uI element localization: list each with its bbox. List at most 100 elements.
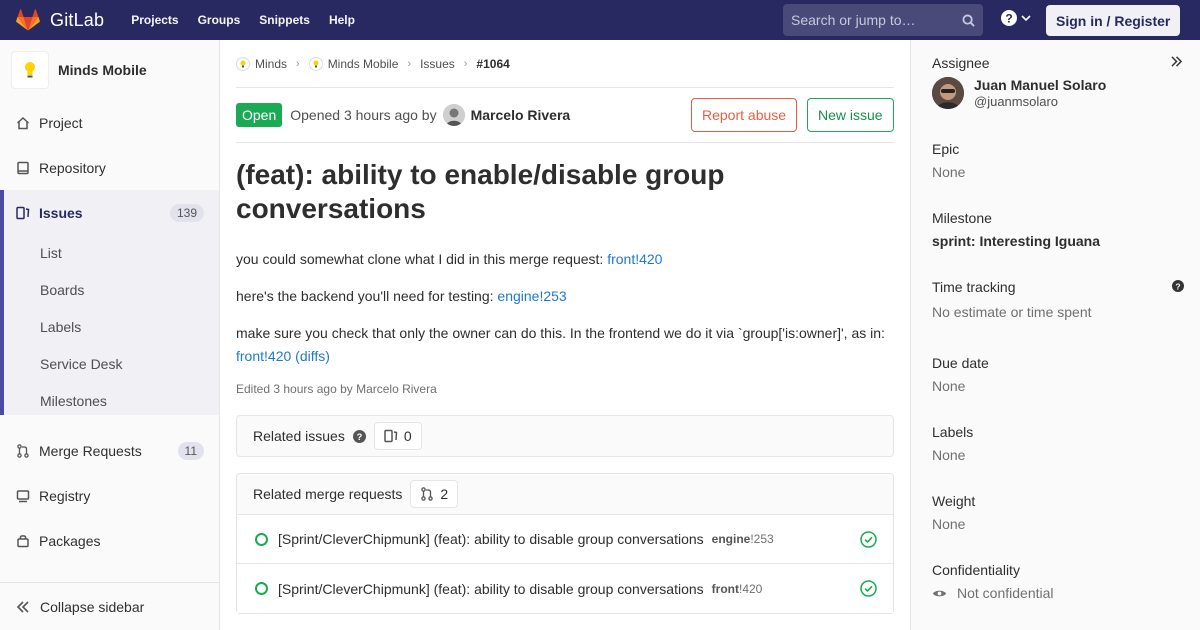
sidebar-item-registry[interactable]: Registry [0,473,219,518]
mr-title-link[interactable]: [Sprint/CleverChipmunk] (feat): ability … [278,581,704,597]
search-input[interactable]: Search or jump to… [783,4,983,36]
chevron-down-icon [1021,15,1031,22]
submenu-service-desk[interactable]: Service Desk [40,356,122,372]
list-item[interactable]: [Sprint/CleverChipmunk] (feat): ability … [237,515,893,564]
nav-help[interactable]: Help [329,13,355,27]
nav-projects[interactable]: Projects [131,13,178,27]
sidebar-item-label: Registry [39,487,91,504]
nav-snippets[interactable]: Snippets [259,13,310,27]
due-date-value: None [932,378,966,394]
container-icon [16,489,30,503]
mr-link-front-420[interactable]: front!420 [607,251,662,267]
opened-text: Opened 3 hours ago by [290,107,437,123]
labels-block: Labels None [932,424,1184,463]
submenu-boards[interactable]: Boards [40,282,84,298]
submenu-list[interactable]: List [40,245,62,261]
mr-ref-id: !253 [750,532,774,546]
time-tracking-value: No estimate or time spent [932,304,1092,320]
milestone-link[interactable]: sprint: Interesting Iguana [932,233,1184,249]
edited-note: Edited 3 hours ago by Marcelo Rivera [236,382,437,396]
right-sidebar: Assignee Juan Manuel Solaro @juanmsolaro… [910,40,1200,630]
issue-description: you could somewhat clone what I did in t… [236,248,894,368]
sidebar-item-issues[interactable]: Issues 139 [0,190,219,235]
related-issues-count-value: 0 [403,428,412,444]
main-content: Minds › Minds Mobile › Issues › #1064 Op… [236,40,894,614]
sidebar-item-repository[interactable]: Repository [0,145,219,190]
sidebar-item-label: Project [39,114,83,131]
mr-link-engine-253[interactable]: engine!253 [497,288,566,304]
breadcrumb-label: Minds [255,56,288,71]
description-text: make sure you check that only the owner … [236,325,885,341]
assignee-avatar [932,77,964,109]
issues-submenu: List Boards Labels Service Desk Mileston… [0,235,219,415]
sign-in-button[interactable]: Sign in / Register [1046,5,1181,36]
assignee-row[interactable]: Juan Manuel Solaro @juanmsolaro [932,77,1184,109]
description-paragraph: here's the backend you'll need for testi… [236,285,894,308]
doc-icon [16,161,30,175]
mr-link-front-420-diffs[interactable]: front!420 (diffs) [236,348,330,364]
nav-groups[interactable]: Groups [198,13,241,27]
related-mr-count-value: 2 [440,486,449,502]
weight-block: Weight None [932,493,1184,532]
question-icon: ? [1001,10,1017,26]
package-icon [16,534,30,548]
chevron-right-icon: › [296,57,300,70]
gitlab-logo-link[interactable]: GitLab [16,0,104,40]
sidebar-item-label: Issues [39,204,83,221]
breadcrumb-issue-id[interactable]: #1064 [476,57,509,71]
bulb-icon [308,56,323,71]
mr-ref-project: engine [711,532,751,546]
due-date-title: Due date [932,355,989,371]
mr-title-link[interactable]: [Sprint/CleverChipmunk] (feat): ability … [278,531,704,547]
mr-ref-id: !420 [738,581,763,596]
list-item[interactable]: [Sprint/CleverChipmunk] (feat): ability … [237,564,893,613]
report-abuse-button[interactable]: Report abuse [691,98,798,132]
pipeline-passed-icon[interactable] [860,531,877,548]
related-mr-count[interactable]: 2 [410,480,459,508]
top-navbar: GitLab Projects Groups Snippets Help Sea… [0,0,1200,40]
merge-requests-count-badge: 11 [177,441,204,460]
sidebar-item-project[interactable]: Project [0,100,219,145]
breadcrumb-minds-mobile[interactable]: Minds Mobile [308,56,398,71]
confidentiality-value-row: Not confidential [932,585,1184,601]
question-circle-icon[interactable]: ? [1172,280,1184,292]
collapse-sidebar-button[interactable]: Collapse sidebar [0,582,219,630]
sidebar-item-packages[interactable]: Packages [0,518,219,563]
confidentiality-title: Confidentiality [932,562,1020,578]
labels-value: None [932,447,966,463]
time-tracking-block: Time tracking No estimate or time spent [932,279,1184,320]
project-header[interactable]: Minds Mobile [0,40,219,100]
breadcrumb-minds[interactable]: Minds [236,56,288,71]
help-dropdown[interactable]: ? [1001,10,1031,26]
related-merge-requests-block: Related merge requests 2 [Sprint/CleverC… [236,473,894,614]
description-paragraph: make sure you check that only the owner … [236,322,894,368]
submenu-labels[interactable]: Labels [40,319,81,335]
related-issues-count[interactable]: 0 [373,422,422,450]
nav-links: Projects Groups Snippets Help [131,13,374,27]
epic-block: Epic None [932,141,1184,180]
breadcrumb: Minds › Minds Mobile › Issues › #1064 [236,40,894,88]
home-icon [16,116,30,130]
svg-text:?: ? [356,432,362,442]
author-link[interactable]: Marcelo Rivera [471,107,571,123]
question-circle-icon[interactable]: ? [352,429,366,443]
confidentiality-block: Confidentiality Not confidential [932,562,1184,601]
double-chevron-left-icon [16,600,29,613]
mr-reference: engine!253 [712,532,774,546]
pipeline-passed-icon[interactable] [860,580,877,597]
new-issue-button[interactable]: New issue [807,98,894,132]
assignee-title: Assignee [932,55,990,71]
assignee-name: Juan Manuel Solaro [974,77,1107,93]
merge-icon [421,487,434,501]
author-avatar[interactable] [442,104,465,126]
time-tracking-title: Time tracking [932,279,1016,295]
epic-value: None [932,164,966,180]
submenu-milestones[interactable]: Milestones [40,393,107,409]
gitlab-logo-icon [16,9,40,31]
assignee-block: Assignee Juan Manuel Solaro @juanmsolaro [932,55,1184,109]
collapse-sidebar-label: Collapse sidebar [40,598,145,615]
sidebar-item-merge-requests[interactable]: Merge Requests 11 [0,428,219,473]
breadcrumb-issues[interactable]: Issues [420,57,455,71]
svg-text:?: ? [1005,12,1012,26]
issues-icon [384,429,398,443]
